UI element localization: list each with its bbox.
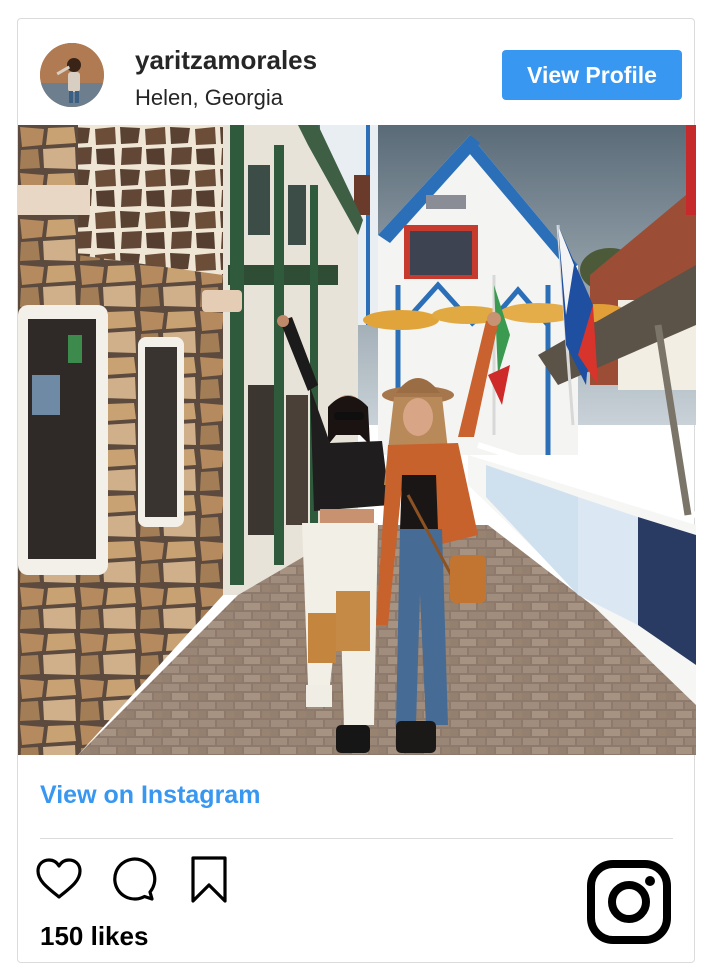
likes-count[interactable]: 150 likes	[40, 921, 148, 952]
bookmark-icon[interactable]	[184, 855, 234, 905]
avatar[interactable]	[40, 43, 104, 107]
divider	[40, 838, 673, 839]
username[interactable]: yaritzamorales	[135, 45, 317, 76]
location[interactable]: Helen, Georgia	[135, 85, 283, 111]
heart-icon[interactable]	[34, 855, 84, 905]
post-photo[interactable]	[18, 125, 696, 755]
instagram-embed-card: yaritzamorales Helen, Georgia View Profi…	[17, 18, 696, 963]
view-on-instagram-link[interactable]: View on Instagram	[40, 781, 260, 810]
comment-icon[interactable]	[108, 855, 158, 905]
view-profile-button[interactable]: View Profile	[502, 50, 682, 100]
post-header: yaritzamorales Helen, Georgia View Profi…	[18, 19, 694, 125]
instagram-logo-icon[interactable]	[586, 859, 672, 945]
